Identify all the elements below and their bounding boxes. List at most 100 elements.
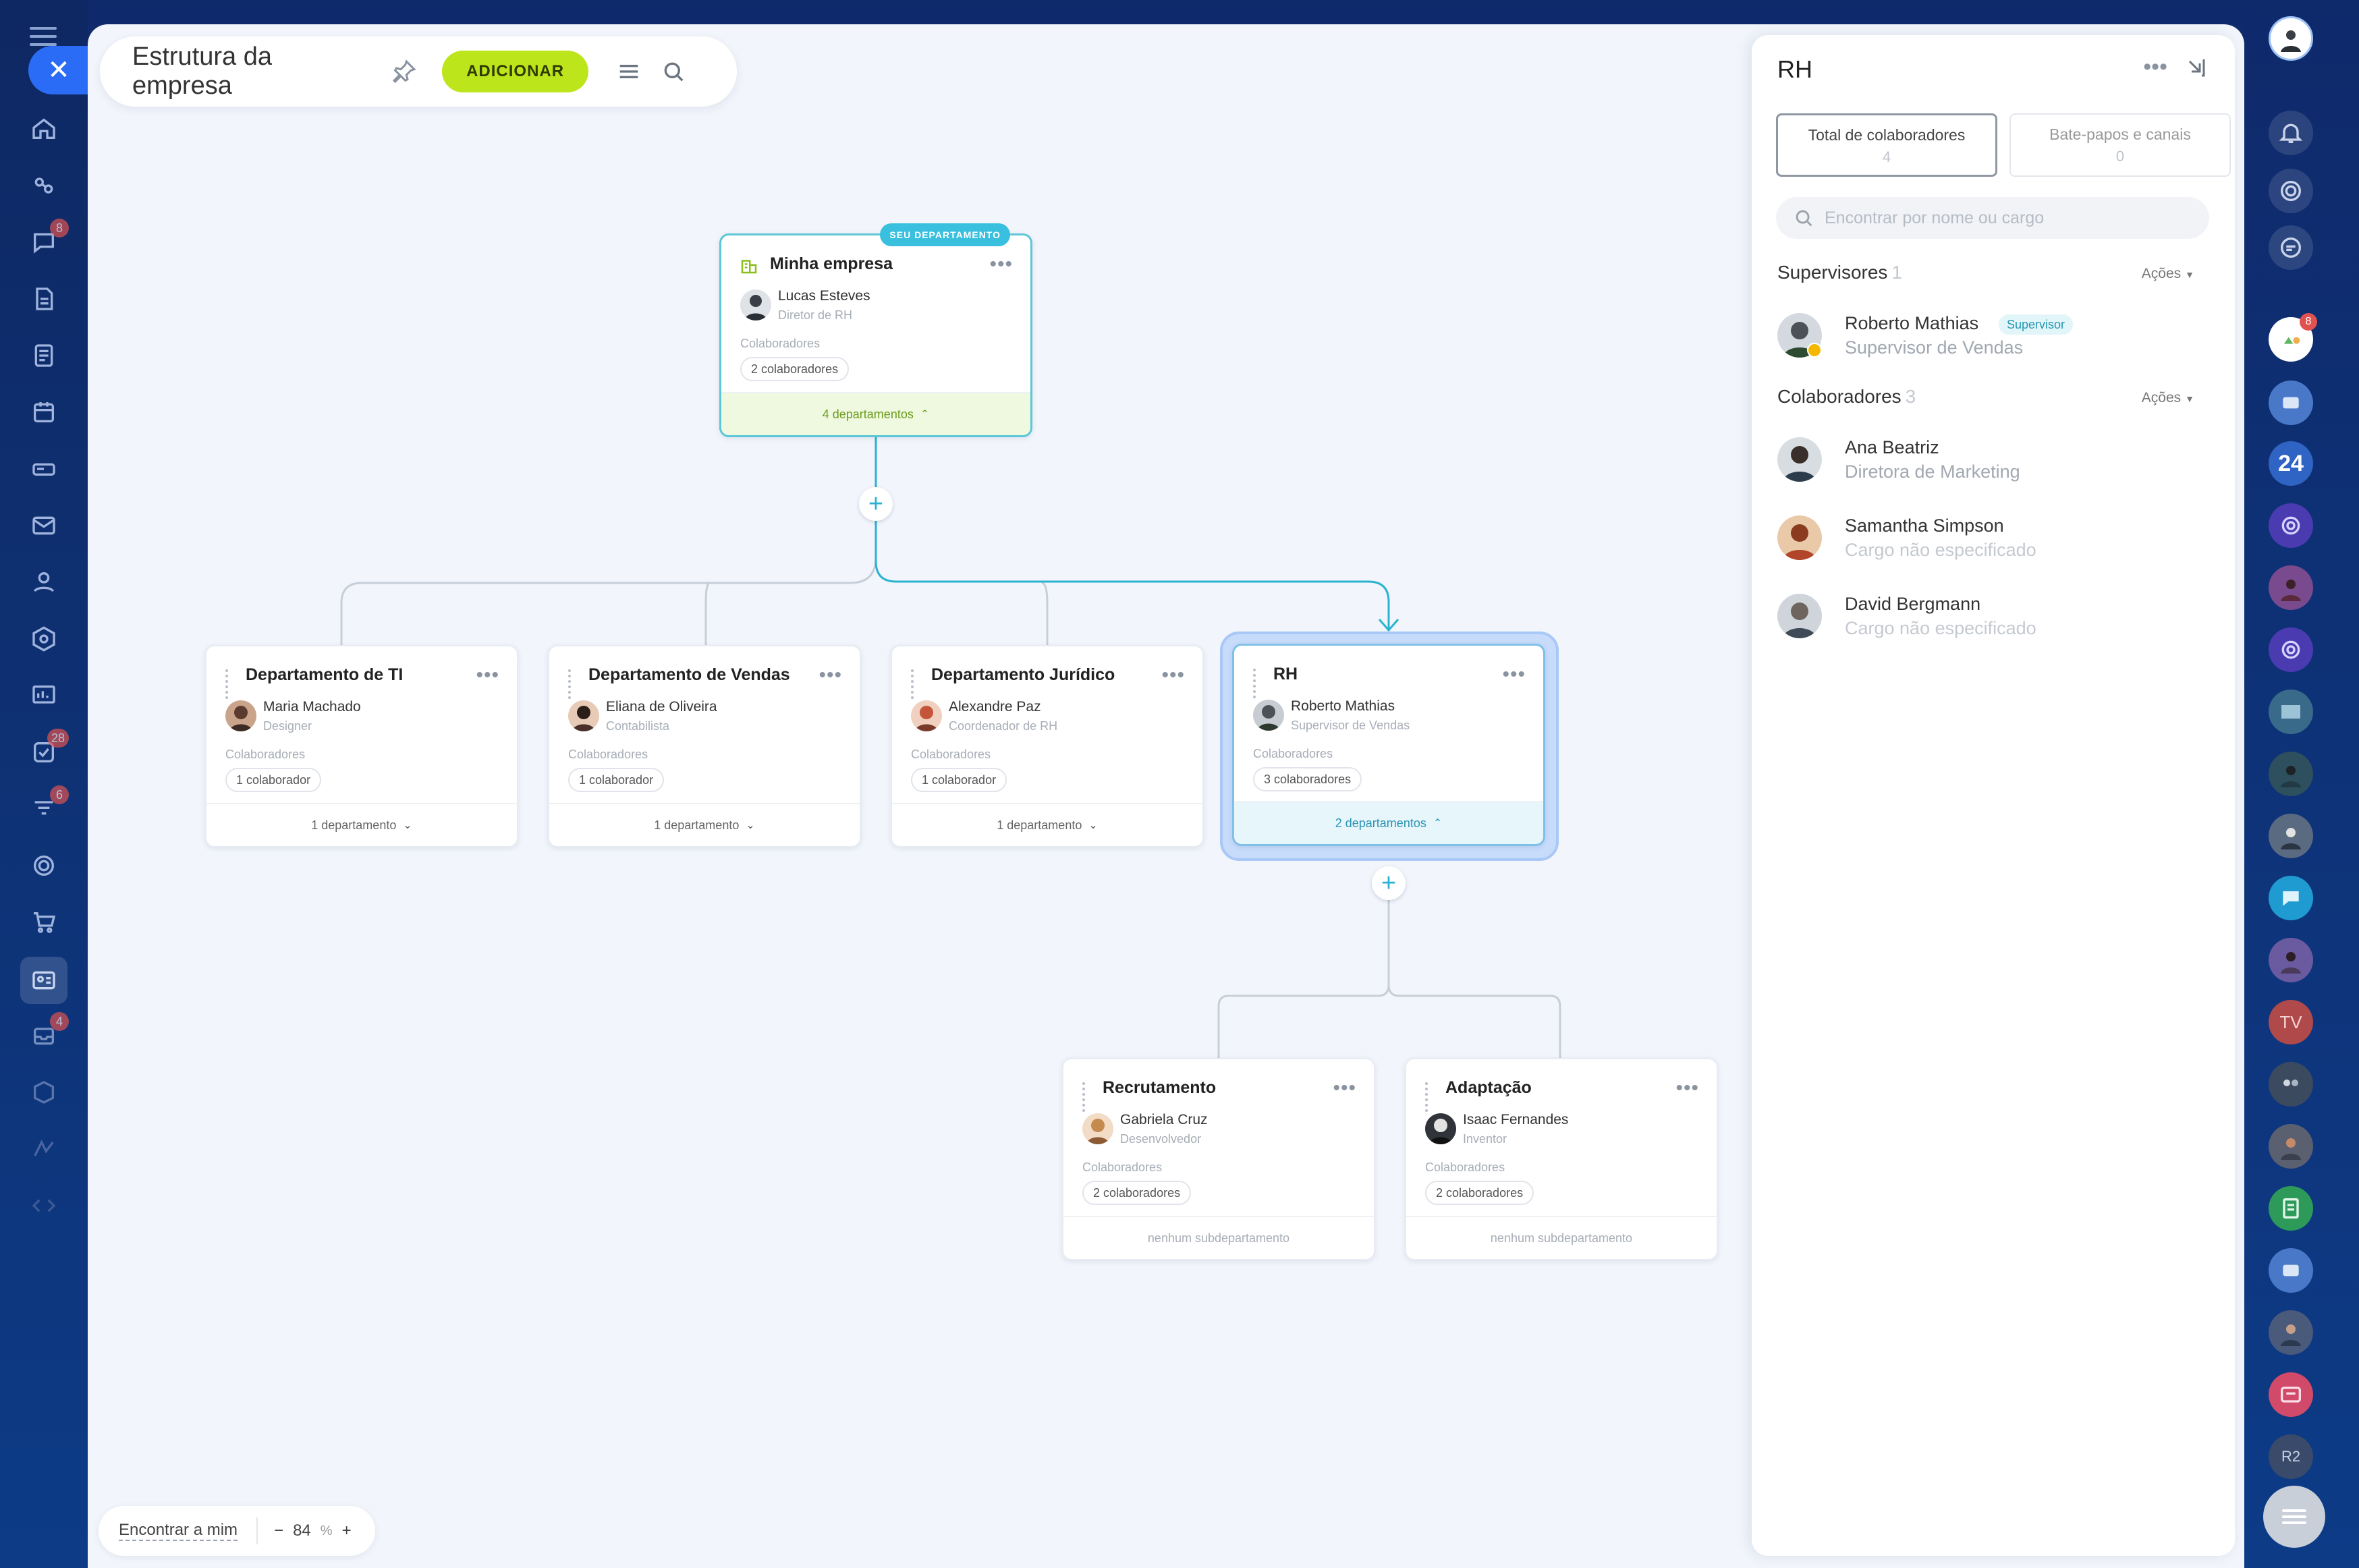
collaborators-actions-button[interactable]: Ações ▼ xyxy=(2142,390,2194,406)
group-chat-icon[interactable] xyxy=(2269,381,2313,425)
tv-tile-icon[interactable]: TV xyxy=(2269,1000,2313,1044)
more-icon[interactable]: ••• xyxy=(476,664,499,687)
more-icon[interactable]: ••• xyxy=(1675,1077,1699,1100)
drag-handle-icon[interactable] xyxy=(1253,669,1261,698)
collaborators-count[interactable]: 1 colaborador xyxy=(911,768,1007,792)
calendar-icon[interactable] xyxy=(27,395,61,429)
drag-handle-icon[interactable] xyxy=(225,669,233,699)
group-avatar[interactable] xyxy=(2269,1062,2313,1107)
head-name[interactable]: Lucas Esteves xyxy=(778,288,870,304)
drag-handle-icon[interactable] xyxy=(1425,1082,1433,1112)
group-chat-icon[interactable] xyxy=(2269,1248,2313,1293)
document-icon[interactable] xyxy=(27,282,61,316)
zoom-out-button[interactable]: − xyxy=(274,1521,283,1540)
search-icon[interactable] xyxy=(660,58,687,85)
more-icon[interactable]: ••• xyxy=(989,253,1013,276)
department-card[interactable]: Adaptação ••• Isaac Fernandes Inventor C… xyxy=(1405,1058,1718,1260)
more-icon[interactable]: ••• xyxy=(1502,663,1526,686)
cube-icon[interactable] xyxy=(27,1075,61,1109)
collaborators-count[interactable]: 2 colaboradores xyxy=(1425,1181,1534,1205)
expand-toggle[interactable]: 1 departamento ⌄ xyxy=(892,803,1202,846)
find-me-button[interactable]: Encontrar a mim xyxy=(99,1517,258,1544)
inbox-icon[interactable]: 4 xyxy=(27,1012,69,1053)
bitrix24-icon[interactable]: 24 xyxy=(2269,441,2313,486)
drag-handle-icon[interactable] xyxy=(1082,1082,1090,1112)
user-avatar[interactable] xyxy=(2269,16,2313,61)
collapse-panel-icon[interactable] xyxy=(2184,55,2208,80)
chat-bubble-icon[interactable] xyxy=(2269,876,2313,920)
contact-avatar[interactable] xyxy=(2269,565,2313,610)
department-card-root[interactable]: SEU DEPARTAMENTO Minha empresa ••• Lucas… xyxy=(719,223,1032,437)
drag-handle-icon[interactable] xyxy=(568,669,576,699)
collaborator-item[interactable]: Samantha Simpson Cargo não especificado xyxy=(1777,515,2209,569)
drive-icon[interactable] xyxy=(27,452,61,486)
sync-chat-icon[interactable] xyxy=(2269,225,2313,270)
department-card[interactable]: Recrutamento ••• Gabriela Cruz Desenvolv… xyxy=(1062,1058,1375,1260)
department-card[interactable]: Departamento de Vendas ••• Eliana de Oli… xyxy=(548,645,861,847)
bell-icon[interactable] xyxy=(2269,111,2313,155)
pin-icon[interactable] xyxy=(391,58,418,85)
tasks-icon[interactable]: 28 xyxy=(27,729,69,769)
head-name[interactable]: Maria Machado xyxy=(263,699,361,715)
menu-icon[interactable] xyxy=(30,27,57,47)
r2-tile-icon[interactable]: R2 xyxy=(2269,1434,2313,1479)
tab-total-collaborators[interactable]: Total de colaboradores 4 xyxy=(1776,113,1997,177)
head-name[interactable]: Alexandre Paz xyxy=(949,699,1041,715)
list-menu-icon[interactable] xyxy=(615,58,642,85)
more-icon[interactable]: ••• xyxy=(2143,54,2167,80)
expand-toggle[interactable]: 1 departamento ⌄ xyxy=(206,803,517,846)
home-icon[interactable] xyxy=(27,112,61,146)
member-search-input[interactable]: Encontrar por nome ou cargo xyxy=(1776,197,2209,239)
chat-icon[interactable]: 8 xyxy=(27,219,69,259)
tab-chats-channels[interactable]: Bate-papos e canais 0 xyxy=(2009,113,2231,177)
zoom-in-button[interactable]: + xyxy=(342,1521,352,1540)
collaborators-count[interactable]: 2 colaboradores xyxy=(740,357,850,381)
head-name[interactable]: Roberto Mathias xyxy=(1291,698,1395,715)
add-department-button[interactable]: + xyxy=(859,487,893,521)
expand-toggle[interactable]: 4 departamentos ⌃ xyxy=(721,392,1030,435)
collaborator-item[interactable]: Ana Beatriz Diretora de Marketing xyxy=(1777,437,2209,491)
expand-toggle[interactable]: 2 departamentos ⌃ xyxy=(1234,801,1543,844)
department-card[interactable]: Departamento Jurídico ••• Alexandre Paz … xyxy=(891,645,1204,847)
add-subdepartment-button[interactable]: + xyxy=(1372,866,1406,900)
collaborators-count[interactable]: 1 colaborador xyxy=(225,768,322,792)
code-icon[interactable] xyxy=(27,1189,61,1223)
expand-toggle[interactable]: 1 departamento ⌄ xyxy=(549,803,860,846)
target-icon[interactable] xyxy=(2269,169,2313,213)
target-icon[interactable] xyxy=(27,849,61,883)
contact-avatar[interactable] xyxy=(2269,938,2313,982)
head-name[interactable]: Isaac Fernandes xyxy=(1463,1112,1568,1128)
channel-icon[interactable] xyxy=(2269,503,2313,548)
collaborators-count[interactable]: 2 colaboradores xyxy=(1082,1181,1192,1205)
more-icon[interactable]: ••• xyxy=(818,664,842,687)
contact-avatar[interactable] xyxy=(2269,752,2313,796)
card-app-icon[interactable] xyxy=(2269,1372,2313,1417)
automation-icon[interactable] xyxy=(27,1132,61,1166)
open-chat-button[interactable] xyxy=(2263,1486,2325,1548)
contact-avatar[interactable] xyxy=(2269,814,2313,858)
collab-icon[interactable] xyxy=(27,169,61,202)
company-structure-icon[interactable] xyxy=(20,957,67,1004)
filter-icon[interactable]: 6 xyxy=(27,785,69,826)
supervisors-actions-button[interactable]: Ações ▼ xyxy=(2142,266,2194,282)
contact-avatar[interactable] xyxy=(2269,690,2313,734)
drag-handle-icon[interactable] xyxy=(911,669,919,699)
collaborators-count[interactable]: 1 colaborador xyxy=(568,768,665,792)
notes-icon[interactable] xyxy=(2269,1186,2313,1231)
mail-icon[interactable] xyxy=(27,509,61,542)
collaborator-item[interactable]: David Bergmann Cargo não especificado xyxy=(1777,594,2209,648)
more-icon[interactable]: ••• xyxy=(1333,1077,1356,1100)
contacts-icon[interactable] xyxy=(27,565,61,599)
head-name[interactable]: Gabriela Cruz xyxy=(1120,1112,1208,1128)
close-slider-button[interactable]: ✕ xyxy=(28,46,89,94)
cart-icon[interactable] xyxy=(27,905,61,939)
channel-icon[interactable] xyxy=(2269,627,2313,672)
add-button[interactable]: ADICIONAR xyxy=(442,51,589,92)
head-name[interactable]: Eliana de Oliveira xyxy=(606,699,717,715)
collaborators-count[interactable]: 3 colaboradores xyxy=(1253,767,1362,791)
department-card[interactable]: Departamento de TI ••• Maria Machado Des… xyxy=(205,645,518,847)
contact-avatar[interactable] xyxy=(2269,1310,2313,1355)
more-icon[interactable]: ••• xyxy=(1161,664,1185,687)
feed-icon[interactable] xyxy=(27,339,61,372)
app-tile-icon[interactable]: 8 xyxy=(2269,313,2317,362)
